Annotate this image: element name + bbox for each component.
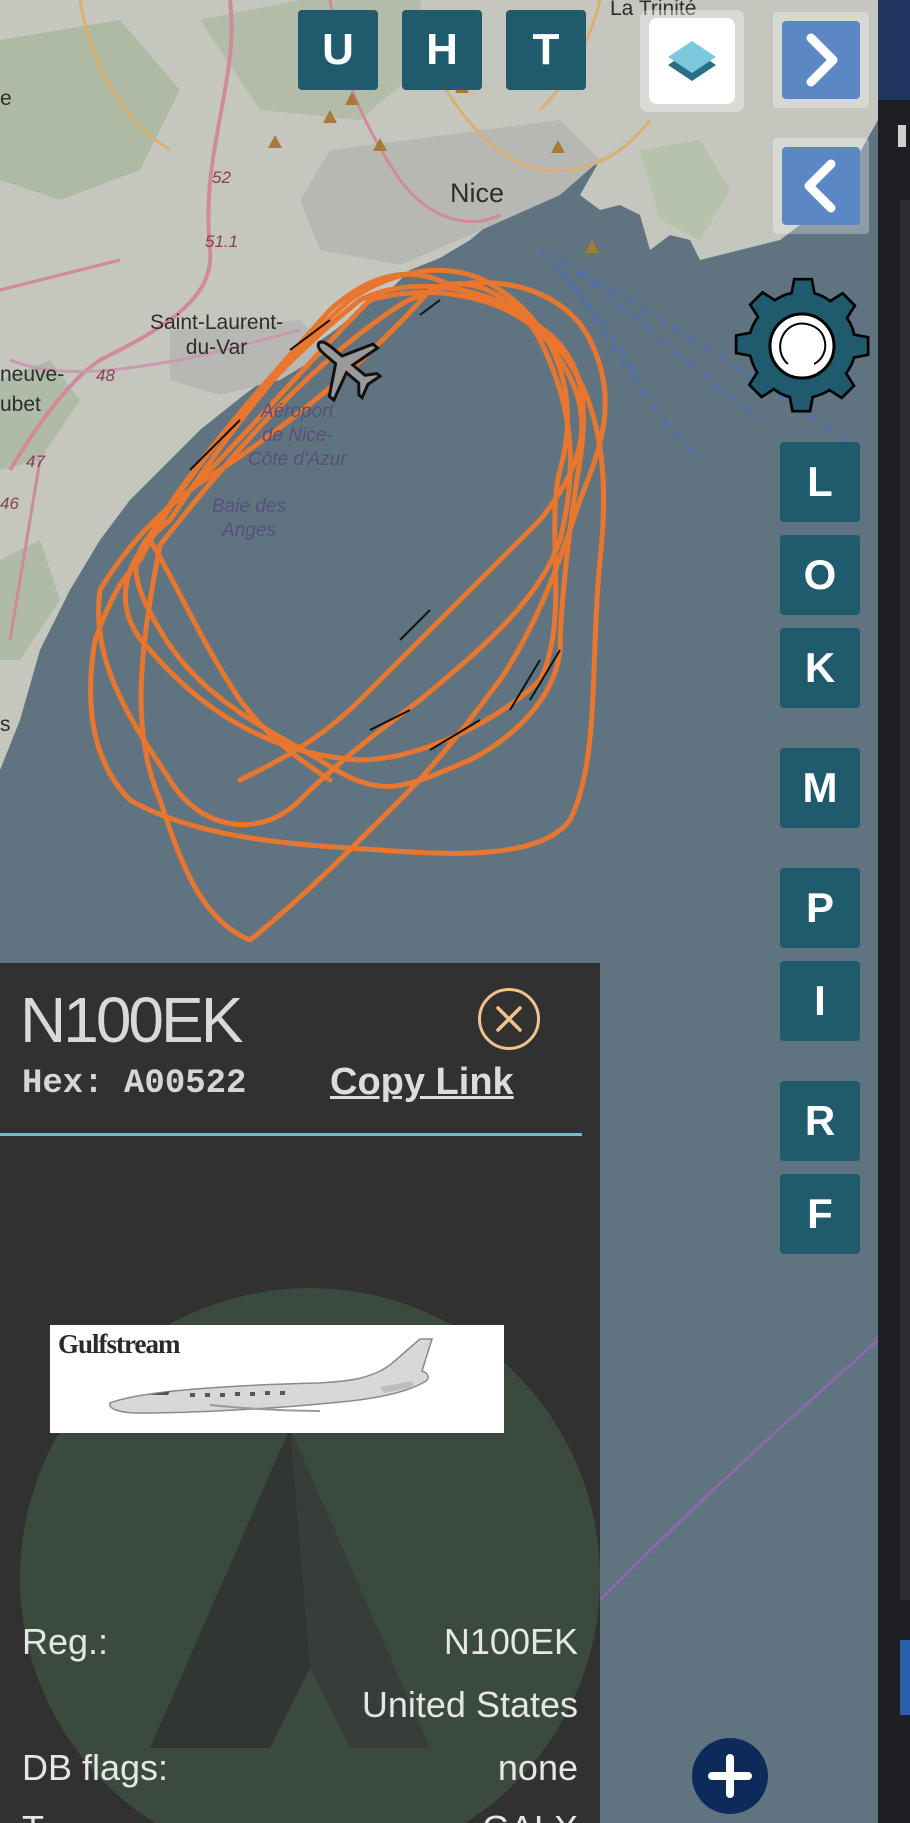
toggle-m-button[interactable]: M: [780, 748, 860, 828]
plus-icon: [708, 1754, 752, 1798]
hex-code: Hex: A00522: [22, 1065, 247, 1103]
toggle-t-button[interactable]: T: [506, 10, 586, 90]
map-label-nice: Nice: [450, 178, 505, 208]
close-icon: [496, 1006, 522, 1032]
toggle-f-button[interactable]: F: [780, 1174, 860, 1254]
gear-icon: [734, 277, 870, 413]
map-label-saint-laurent: Saint-Laurent- du-Var: [150, 311, 284, 359]
info-row-registration: Reg.: N100EK: [22, 1621, 578, 1665]
registration-title: N100EK: [20, 984, 243, 1056]
toggle-h-button[interactable]: H: [402, 10, 482, 90]
collapse-sidebar-button[interactable]: [773, 138, 869, 234]
road-number: 51.1: [205, 232, 239, 251]
info-value: none: [497, 1747, 578, 1788]
app-root: Nice La Trinité Saint-Laurent- du-Var Aé…: [0, 0, 910, 1823]
sidebar-edge: [878, 0, 910, 1823]
layers-icon: [668, 41, 716, 81]
settings-button[interactable]: [728, 272, 876, 420]
photo-brand-text: Gulfstream: [58, 1329, 180, 1359]
info-value: N100EK: [443, 1621, 578, 1662]
copy-link[interactable]: Copy Link: [330, 1061, 514, 1104]
zoom-in-button[interactable]: [692, 1738, 768, 1814]
road-number: 48: [96, 366, 115, 385]
toggle-u-button[interactable]: U: [298, 10, 378, 90]
map-label-loubet: ubet: [0, 393, 41, 416]
chevron-left-icon: [804, 159, 836, 213]
sidebar-edge-header: [878, 0, 910, 100]
toggle-p-button[interactable]: P: [780, 868, 860, 948]
sidebar-edge-detail: [889, 38, 910, 1715]
map-label-villeneuve: neuve-: [0, 363, 65, 386]
toggle-i-button[interactable]: I: [780, 961, 860, 1041]
panel-divider: [0, 1133, 582, 1136]
expand-sidebar-button[interactable]: [773, 12, 869, 108]
road-number: 47: [26, 452, 45, 471]
toggle-l-button[interactable]: L: [780, 442, 860, 522]
road-number: 46: [0, 494, 19, 513]
road-number: 52: [212, 168, 231, 187]
info-row-type: T GALX: [22, 1808, 578, 1823]
info-label: Reg.:: [22, 1621, 109, 1662]
info-label: T: [22, 1808, 44, 1823]
info-row-db-flags: DB flags: none: [22, 1747, 578, 1791]
aircraft-photo[interactable]: Gulfstream: [50, 1325, 504, 1433]
info-label: DB flags:: [22, 1747, 169, 1788]
toggle-r-button[interactable]: R: [780, 1081, 860, 1161]
close-button[interactable]: [478, 988, 540, 1050]
toggle-k-button[interactable]: K: [780, 628, 860, 708]
info-value: GALX: [482, 1808, 578, 1823]
aircraft-info-panel: N100EK Hex: A00522 Copy Link Gulfstream: [0, 963, 600, 1823]
map-label-airport: Aéroport de Nice- Côte d'Azur: [248, 401, 347, 470]
layers-button[interactable]: [640, 10, 744, 112]
info-value: United States: [361, 1684, 578, 1725]
map-label-edge: e: [0, 87, 12, 110]
info-row-country: United States: [22, 1684, 578, 1728]
map-label-bay: Baie des Anges: [212, 496, 286, 541]
map-label-edge: s: [0, 713, 11, 736]
chevron-right-icon: [806, 33, 838, 87]
toggle-o-button[interactable]: O: [780, 535, 860, 615]
